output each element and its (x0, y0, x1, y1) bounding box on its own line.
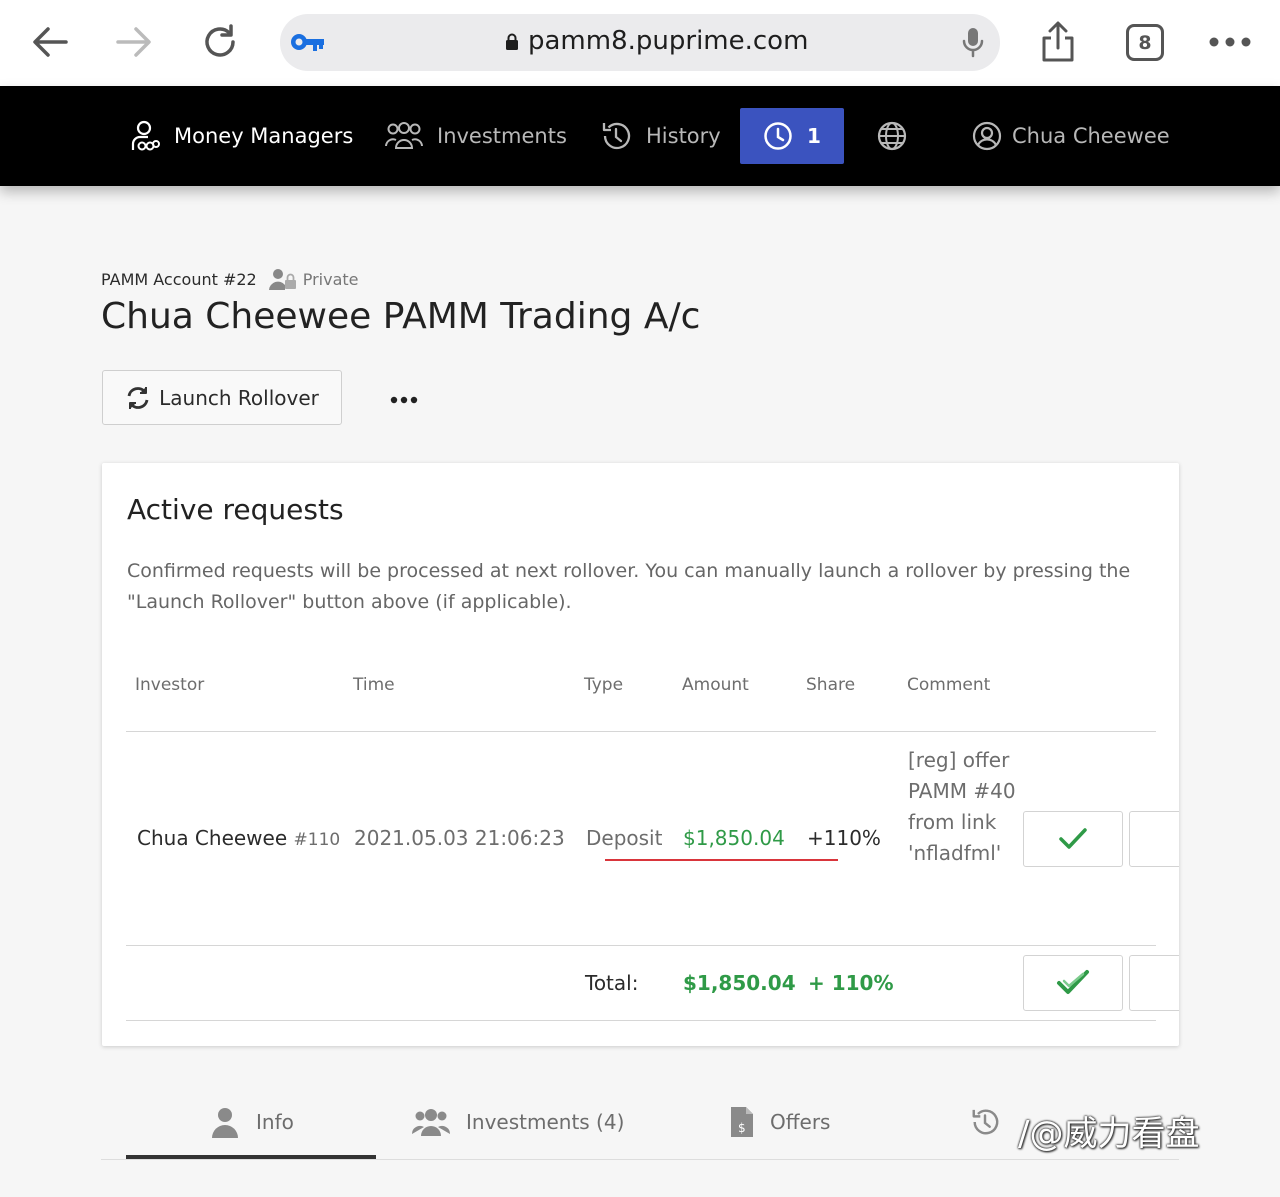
refresh-icon (127, 386, 149, 409)
nav-history[interactable]: History (600, 86, 721, 186)
nav-user-profile[interactable]: Chua Cheewee (972, 86, 1170, 186)
reject-request-button[interactable] (1129, 811, 1179, 867)
table-bottom-divider (126, 1020, 1156, 1021)
tab-offers-label: Offers (770, 1110, 831, 1134)
back-button[interactable] (28, 20, 72, 64)
comment-cell: [reg] offer PAMM #40 from link 'nfladfml… (908, 748, 1016, 865)
user-circle-icon (972, 121, 1002, 151)
address-bar[interactable]: pamm8.puprime.com (280, 14, 1000, 71)
microphone-icon[interactable] (962, 27, 984, 59)
reload-icon (205, 24, 235, 57)
key-icon (291, 34, 324, 51)
more-actions-button[interactable] (384, 388, 424, 412)
url-text: pamm8.puprime.com (528, 26, 809, 56)
pending-count: 1 (807, 124, 821, 148)
active-tab-indicator (126, 1155, 376, 1159)
nav-history-label: History (646, 124, 721, 148)
watermark: /@威力看盘 (1018, 1114, 1200, 1154)
nav-user-name: Chua Cheewee (1012, 124, 1170, 148)
tab-investments-label: Investments (4) (466, 1110, 625, 1134)
nav-investments-label: Investments (437, 124, 567, 148)
card-description: Confirmed requests will be processed at … (127, 560, 1131, 613)
share-cell: +110% (807, 826, 881, 850)
browser-toolbar: pamm8.puprime.com 8 (0, 0, 1280, 86)
column-header-type: Type (584, 675, 624, 695)
nav-money-managers-label: Money Managers (174, 124, 354, 148)
column-header-share: Share (806, 675, 856, 695)
reject-all-button[interactable] (1129, 955, 1179, 1011)
arrow-left-icon (33, 27, 68, 57)
user-icon (212, 1108, 238, 1138)
tab-offers[interactable]: $ Offers (730, 1100, 830, 1144)
privacy-label: Private (302, 269, 359, 289)
active-requests-card: Active requests Confirmed requests will … (102, 463, 1179, 1046)
confirm-request-button[interactable] (1023, 811, 1123, 867)
nav-investments[interactable]: Investments (385, 86, 567, 186)
time-cell: 2021.05.03 21:06:23 (354, 826, 565, 850)
tabs-baseline (101, 1159, 1179, 1160)
account-subtitle: PAMM Account #22 Private (101, 268, 359, 290)
launch-rollover-button[interactable]: Launch Rollover (102, 370, 342, 425)
ellipsis-icon (390, 396, 418, 404)
card-title: Active requests (127, 493, 344, 526)
tab-info[interactable]: Info (210, 1100, 294, 1144)
lock-icon (506, 33, 518, 50)
total-label: Total: (585, 971, 639, 995)
check-icon (1059, 828, 1087, 849)
page-title: Chua Cheewee PAMM Trading A/c (101, 296, 701, 337)
column-header-amount: Amount (682, 675, 749, 695)
account-number: PAMM Account #22 (101, 269, 257, 289)
language-button[interactable] (876, 86, 908, 186)
tab-history[interactable] (970, 1100, 1000, 1144)
amount-cell: $1,850.04 (683, 826, 785, 850)
row-divider (126, 945, 1156, 946)
tab-investments[interactable]: Investments (4) (412, 1100, 624, 1144)
share-button[interactable] (1036, 20, 1080, 64)
globe-icon (877, 121, 907, 151)
tab-switcher-button[interactable]: 8 (1126, 24, 1164, 61)
column-header-time: Time (353, 675, 395, 695)
column-header-comment: Comment (907, 675, 991, 695)
reload-button[interactable] (198, 20, 242, 64)
share-icon (1042, 21, 1074, 62)
money-manager-icon (131, 120, 160, 151)
clock-icon (764, 122, 792, 150)
launch-rollover-label: Launch Rollover (159, 385, 319, 410)
forward-button[interactable] (112, 20, 156, 64)
users-group-icon (385, 122, 423, 149)
investor-id: #110 (293, 830, 341, 850)
users-icon (412, 1109, 450, 1136)
tab-info-label: Info (256, 1110, 294, 1134)
history-icon (602, 122, 631, 150)
column-header-investor: Investor (135, 675, 205, 695)
pending-requests-button[interactable]: 1 (740, 108, 844, 164)
svg-text:$: $ (738, 1121, 746, 1135)
browser-menu-button[interactable] (1208, 20, 1252, 64)
type-cell: Deposit (586, 826, 663, 850)
double-check-icon (1057, 970, 1089, 994)
arrow-right-icon (116, 27, 151, 57)
more-horizontal-icon (1209, 37, 1251, 47)
confirm-all-button[interactable] (1023, 955, 1123, 1011)
app-navbar: Money Managers Investments History 1 Chu… (0, 86, 1280, 186)
private-lock-icon (268, 269, 296, 290)
history-icon (972, 1109, 999, 1135)
invoice-icon: $ (731, 1107, 753, 1137)
red-underline-annotation (605, 859, 838, 861)
nav-money-managers[interactable]: Money Managers (130, 86, 353, 186)
total-share: + 110% (808, 971, 894, 995)
investor-cell: Chua Cheewee #110 (137, 826, 340, 850)
total-amount: $1,850.04 (683, 971, 796, 995)
header-divider (126, 731, 1156, 732)
investor-name: Chua Cheewee (137, 826, 288, 850)
